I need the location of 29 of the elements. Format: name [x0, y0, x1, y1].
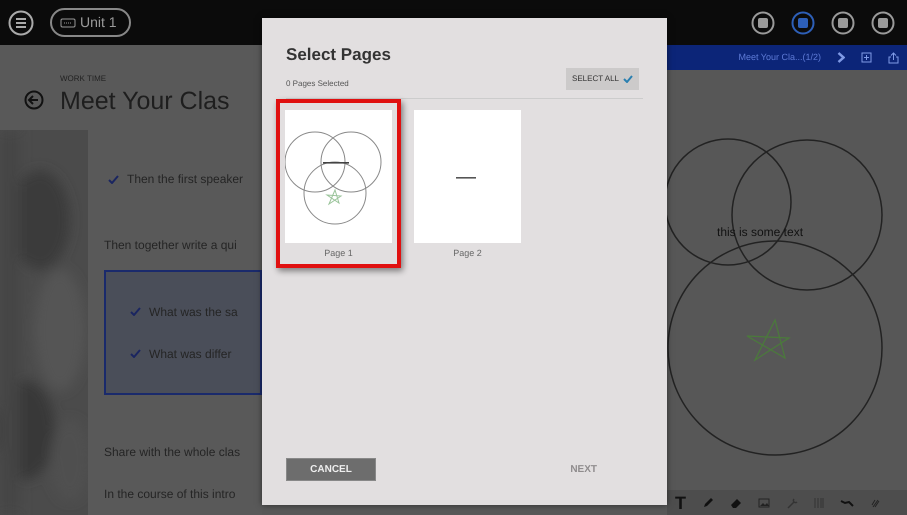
app-icon[interactable]	[791, 10, 815, 34]
checkmark-icon	[623, 74, 633, 82]
select-all-button[interactable]: SELECT ALL	[566, 68, 639, 90]
checkmark-icon	[130, 307, 141, 316]
pencil-icon[interactable]	[702, 496, 714, 508]
page-label: Page 2	[453, 246, 482, 260]
eraser-icon[interactable]	[730, 496, 742, 508]
text-tool[interactable]: T	[675, 494, 686, 512]
page-thumbnail[interactable]: Page 1	[276, 98, 401, 268]
connector-icon[interactable]	[840, 498, 854, 508]
app-icon[interactable]	[831, 10, 855, 34]
selection-count: 0 Pages Selected	[286, 78, 349, 90]
lesson-title: Meet Your Clas	[60, 89, 230, 114]
unit-button[interactable]: Unit 1	[50, 8, 131, 37]
page-thumbnail[interactable]: Page 2	[405, 98, 530, 268]
menu-button[interactable]	[8, 10, 34, 36]
add-page-icon[interactable]	[861, 52, 872, 63]
checkmark-icon	[108, 174, 119, 184]
share-icon[interactable]	[888, 52, 899, 64]
document-title: Meet Your Cla...(1/2)	[738, 50, 821, 64]
app-icon[interactable]	[871, 10, 895, 34]
page-label: Page 1	[324, 246, 353, 260]
chevron-right-icon[interactable]	[837, 52, 845, 63]
checkmark-icon	[130, 349, 141, 358]
canvas-text: this is some text	[717, 225, 804, 239]
dialog-title: Select Pages	[286, 44, 392, 66]
app-icon[interactable]	[751, 10, 775, 34]
image-icon[interactable]	[758, 497, 770, 508]
cancel-button[interactable]: CANCEL	[286, 458, 376, 481]
